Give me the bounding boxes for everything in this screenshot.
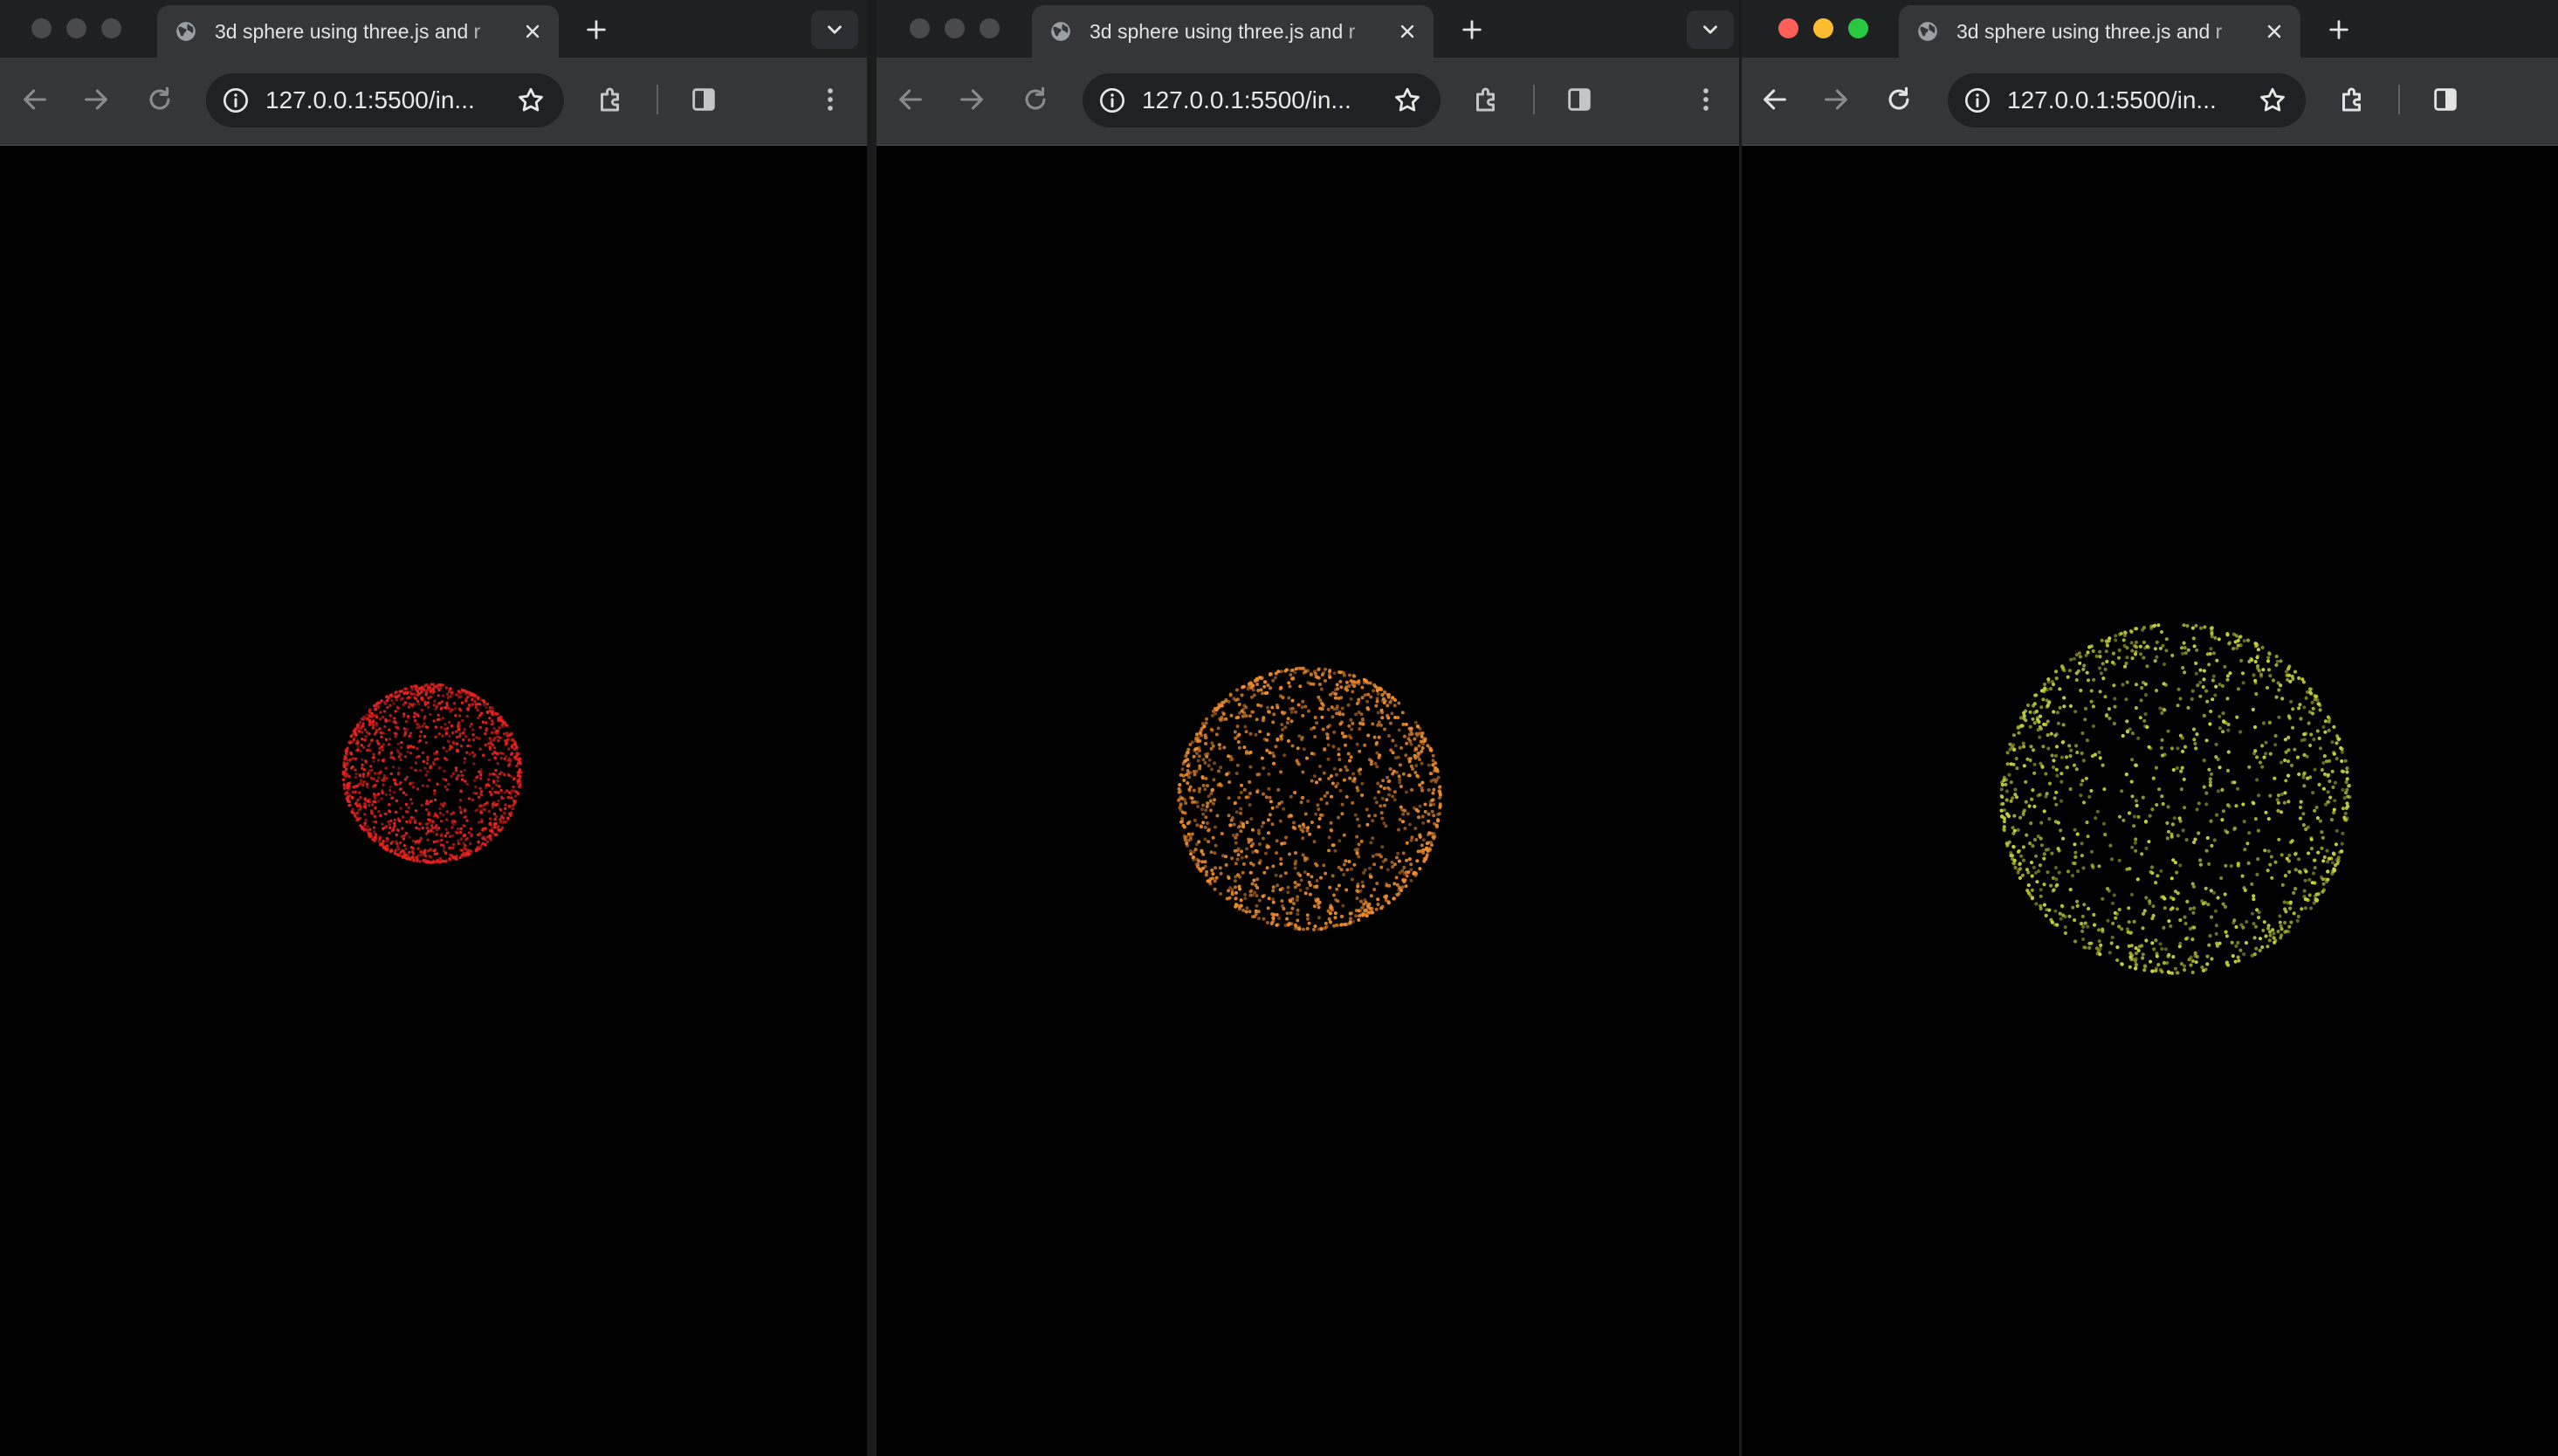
star-icon[interactable] [1390,83,1425,118]
particle-sphere [1999,623,2352,975]
reload-icon[interactable] [1016,80,1055,119]
info-icon[interactable] [1097,85,1128,116]
page-canvas[interactable] [1742,146,2558,1456]
tab-strip: 3d sphere using three.js and r [877,0,1739,58]
close-window-button[interactable] [1778,18,1798,38]
toolbar-separator [1533,85,1535,114]
window-gap [867,0,877,1456]
info-icon[interactable] [1962,85,1993,116]
chevron-down-icon[interactable] [811,10,858,49]
reload-icon[interactable] [141,80,179,119]
window-controls [910,18,1000,38]
puzzle-icon[interactable] [1468,80,1506,119]
minimize-window-button[interactable] [1813,18,1833,38]
back-arrow-icon[interactable] [1756,80,1794,119]
browser-window-left: 3d sphere using three.js and r 127.0.0.1… [0,0,867,1456]
tab-strip: 3d sphere using three.js and r [1742,0,2558,58]
url-text[interactable]: 127.0.0.1:5500/in... [265,86,513,114]
address-bar[interactable]: 127.0.0.1:5500/in... [1948,73,2306,127]
side-panel-icon[interactable] [1560,80,1599,119]
star-icon[interactable] [2255,83,2290,118]
kebab-menu-icon[interactable] [811,80,849,119]
tab-active[interactable]: 3d sphere using three.js and r [157,5,559,58]
zoom-window-button[interactable] [1848,18,1868,38]
back-arrow-icon[interactable] [891,80,930,119]
close-icon[interactable] [1392,16,1423,47]
window-controls [1778,18,1868,38]
close-icon[interactable] [2259,16,2290,47]
tab-title: 3d sphere using three.js and r [1956,19,2223,43]
zoom-window-button[interactable] [101,18,121,38]
toolbar-separator [2398,85,2400,114]
address-bar[interactable]: 127.0.0.1:5500/in... [206,73,564,127]
forward-arrow-icon[interactable] [952,80,991,119]
star-icon[interactable] [513,83,548,118]
sphere-particles [1177,666,1442,931]
toolbar-separator [657,85,658,114]
url-text[interactable]: 127.0.0.1:5500/in... [1142,86,1390,114]
globe-icon [1049,20,1072,43]
tab-title: 3d sphere using three.js and r [1090,19,1356,43]
page-canvas[interactable] [0,146,867,1456]
plus-icon[interactable] [1456,14,1488,45]
close-window-button[interactable] [31,18,52,38]
page-canvas[interactable] [877,146,1739,1456]
particle-sphere [341,683,523,864]
close-window-button[interactable] [910,18,930,38]
minimize-window-button[interactable] [945,18,965,38]
url-text[interactable]: 127.0.0.1:5500/in... [2007,86,2255,114]
globe-icon [175,20,197,43]
side-panel-icon[interactable] [684,80,723,119]
reload-icon[interactable] [1880,80,1918,119]
browser-window-middle: 3d sphere using three.js and r 127.0.0.1… [877,0,1739,1456]
globe-icon [1916,20,1939,43]
zoom-window-button[interactable] [980,18,1000,38]
close-icon[interactable] [517,16,548,47]
tab-active[interactable]: 3d sphere using three.js and r [1032,5,1434,58]
chevron-down-icon[interactable] [1687,10,1734,49]
plus-icon[interactable] [2323,14,2355,45]
sphere-particles [1999,623,2352,975]
forward-arrow-icon[interactable] [1817,80,1855,119]
info-icon[interactable] [220,85,251,116]
tab-strip: 3d sphere using three.js and r [0,0,867,58]
puzzle-icon[interactable] [592,80,630,119]
browser-window-right: 3d sphere using three.js and r 127.0.0.1… [1742,0,2558,1456]
minimize-window-button[interactable] [66,18,86,38]
address-bar[interactable]: 127.0.0.1:5500/in... [1083,73,1441,127]
puzzle-icon[interactable] [2334,80,2372,119]
forward-arrow-icon[interactable] [77,80,115,119]
tab-active[interactable]: 3d sphere using three.js and r [1899,5,2300,58]
back-arrow-icon[interactable] [16,80,54,119]
kebab-menu-icon[interactable] [1687,80,1725,119]
sphere-particles [341,683,523,864]
tab-title: 3d sphere using three.js and r [215,19,481,43]
particle-sphere [1177,666,1442,931]
window-controls [31,18,121,38]
side-panel-icon[interactable] [2426,80,2465,119]
plus-icon[interactable] [581,14,612,45]
